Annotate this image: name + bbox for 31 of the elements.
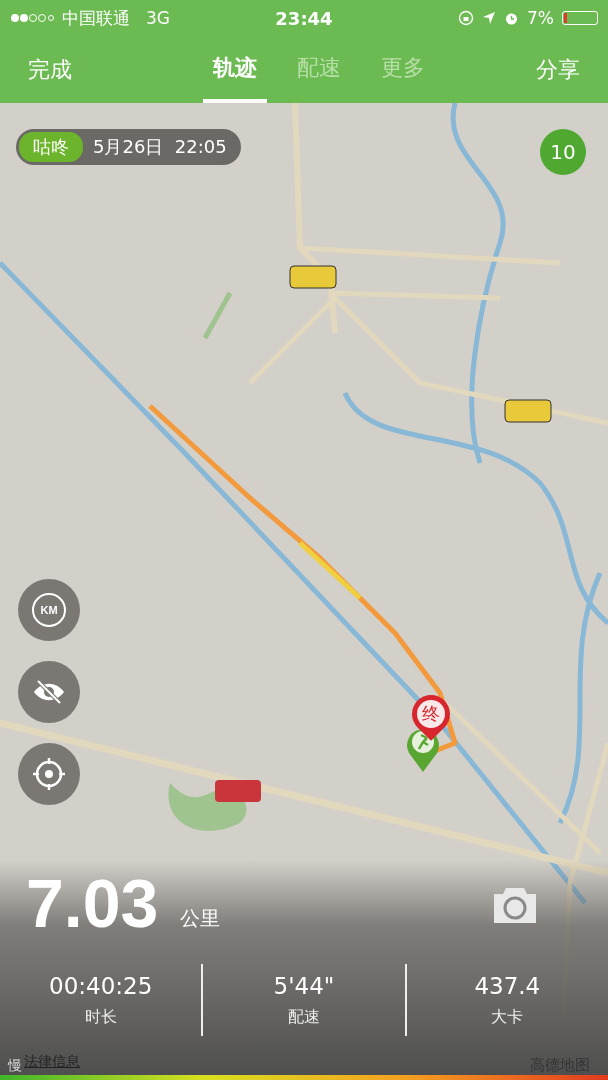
park-strip — [202, 291, 233, 340]
nav-tab[interactable]: 更多 — [371, 36, 435, 103]
end-pin-label: 终 — [417, 700, 445, 728]
battery-icon — [562, 11, 598, 25]
stat-value: 00:40:25 — [49, 972, 153, 999]
road-shield — [289, 265, 337, 289]
legend-label: 慢 — [8, 1057, 22, 1075]
rotation-lock-icon — [458, 10, 474, 26]
crosshair-icon — [32, 757, 66, 791]
stat-value: 5'44" — [273, 972, 335, 999]
network-type: 3G — [146, 8, 170, 28]
stat-value: 437.4 — [474, 972, 541, 999]
road-shield — [504, 399, 552, 423]
battery-percent: 7% — [527, 8, 554, 28]
road-shield — [215, 780, 261, 802]
signal-icon — [10, 13, 54, 23]
carrier-name: 中国联通 — [62, 6, 130, 30]
camera-icon[interactable] — [492, 886, 538, 924]
stat-label: 配速 — [288, 1006, 320, 1028]
distance-unit: 公里 — [180, 905, 222, 932]
location-arrow-icon — [482, 11, 496, 25]
session-datetime: 5月26日 22:05 — [93, 135, 227, 159]
share-button[interactable]: 分享 — [522, 36, 594, 103]
stat-label: 大卡 — [491, 1006, 524, 1028]
eye-slash-icon — [32, 679, 66, 705]
app-tag: 咕咚 — [19, 132, 83, 162]
clock-time: 23:44 — [275, 7, 333, 29]
nav-tab[interactable]: 配速 — [287, 36, 351, 103]
done-button[interactable]: 完成 — [14, 36, 86, 103]
distance-value: 7.03 — [26, 868, 159, 938]
stat-label: 时长 — [84, 1006, 117, 1028]
